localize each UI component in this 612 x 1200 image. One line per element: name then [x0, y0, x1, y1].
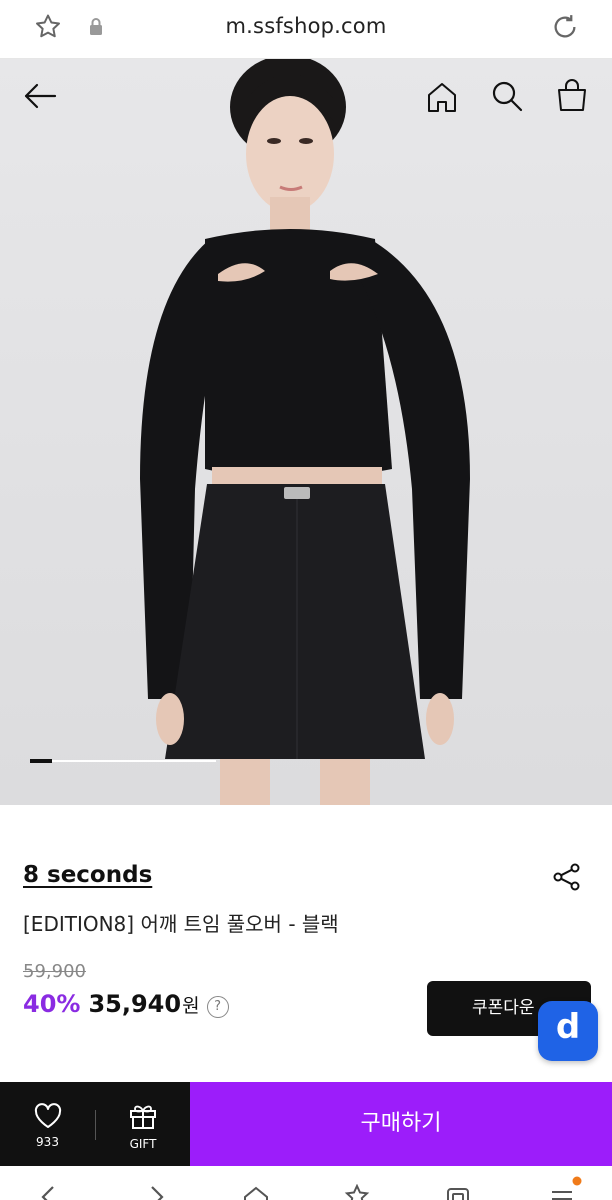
reload-icon[interactable] — [550, 12, 580, 42]
browser-bottom-nav — [0, 1166, 612, 1200]
sale-price: 35,940 — [88, 990, 182, 1018]
purchase-action-bar: 933 GIFT 구매하기 — [0, 1082, 612, 1166]
like-count: 933 — [36, 1135, 59, 1149]
browser-home-icon[interactable] — [242, 1184, 270, 1200]
product-image-gallery[interactable] — [0, 59, 612, 805]
heart-icon — [34, 1103, 62, 1128]
menu-icon[interactable] — [548, 1184, 576, 1200]
gift-button[interactable]: GIFT — [96, 1082, 190, 1166]
gallery-progress-fill — [30, 759, 53, 763]
shopping-bag-icon[interactable] — [555, 77, 589, 113]
brand-link[interactable]: 8 seconds — [23, 862, 152, 888]
search-icon[interactable] — [490, 79, 524, 113]
browser-address-bar: m.ssfshop.com — [0, 0, 612, 59]
notification-dot-icon — [572, 1176, 582, 1186]
buy-now-button[interactable]: 구매하기 — [190, 1082, 612, 1166]
tabs-icon[interactable] — [444, 1184, 472, 1200]
share-icon[interactable] — [552, 862, 582, 892]
gift-icon — [130, 1105, 156, 1129]
browser-back-icon[interactable] — [36, 1184, 62, 1200]
badge-letter: d — [555, 1007, 581, 1047]
price-row: 40% 35,940 원 ? — [23, 990, 229, 1026]
like-button[interactable]: 933 — [0, 1082, 95, 1166]
home-icon[interactable] — [425, 81, 459, 113]
browser-forward-icon[interactable] — [143, 1184, 169, 1200]
product-name: [EDITION8] 어깨 트임 풀오버 - 블랙 — [23, 912, 339, 936]
currency-unit: 원 — [182, 995, 200, 1017]
original-price: 59,900 — [23, 961, 86, 982]
price-help-icon[interactable]: ? — [206, 996, 229, 1018]
back-arrow-icon[interactable] — [22, 79, 58, 113]
gift-label: GIFT — [129, 1137, 157, 1151]
url-text[interactable]: m.ssfshop.com — [0, 14, 612, 38]
gallery-progress-bar — [30, 759, 216, 763]
bookmark-star-icon[interactable] — [343, 1184, 371, 1200]
product-photo — [0, 59, 612, 805]
floating-app-badge[interactable]: d — [538, 1001, 598, 1061]
discount-rate: 40% — [23, 990, 81, 1018]
